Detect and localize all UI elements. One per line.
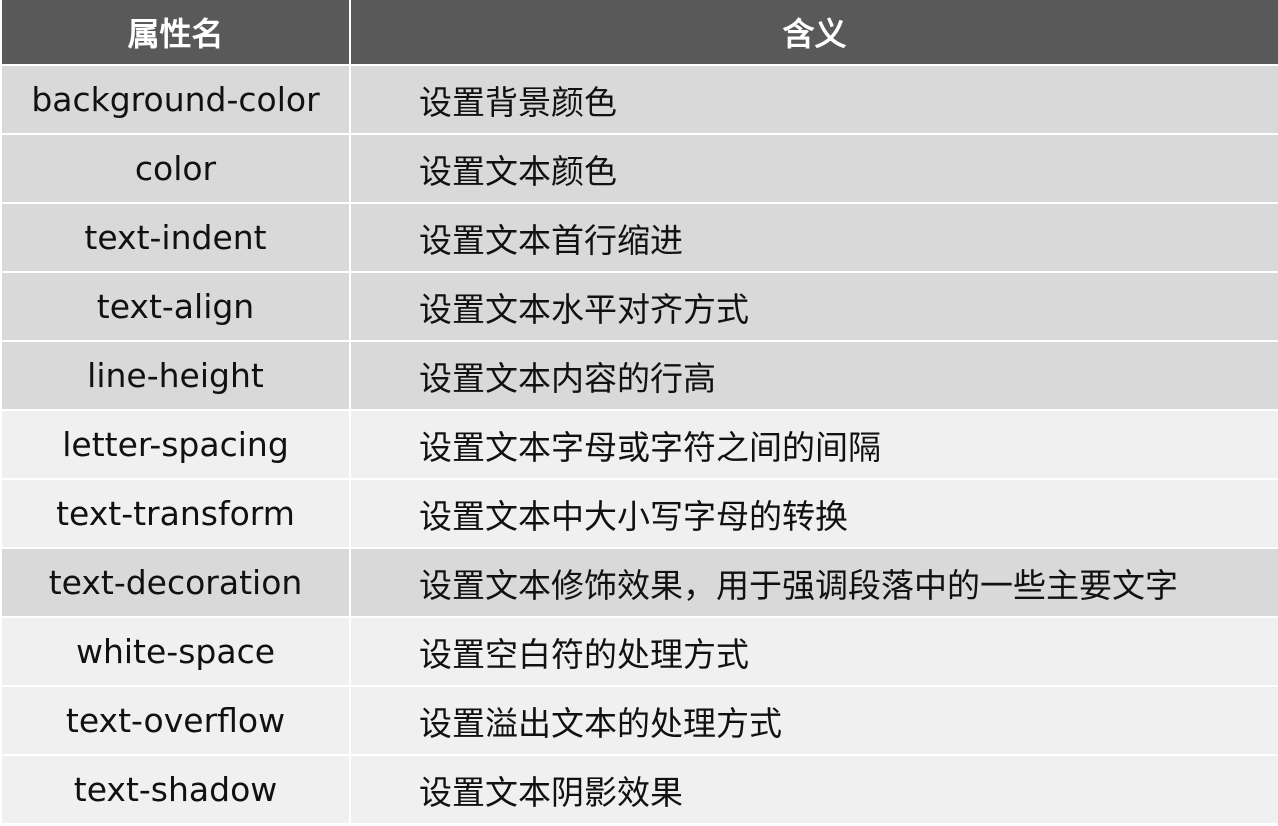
table-row: text-transform 设置文本中大小写字母的转换 [2,478,1278,548]
table-row: line-height 设置文本内容的行高 [2,340,1278,410]
table-row: text-align 设置文本水平对齐方式 [2,271,1278,341]
header-meaning: 含义 [350,0,1278,65]
css-text-properties-table: 属性名 含义 background-color 设置背景颜色 color 设置文… [2,0,1278,823]
property-desc-cell: 设置文本阴影效果 [350,754,1278,823]
table-row: text-shadow 设置文本阴影效果 [2,754,1278,823]
property-name-cell: text-decoration [2,547,351,617]
property-table-container: 属性名 含义 background-color 设置背景颜色 color 设置文… [0,0,1278,826]
table-row: text-indent 设置文本首行缩进 [2,202,1278,272]
property-name-cell: letter-spacing [2,409,351,479]
property-desc-cell: 设置溢出文本的处理方式 [350,685,1278,755]
property-desc-cell: 设置文本中大小写字母的转换 [350,478,1278,548]
property-name-cell: text-shadow [2,754,351,823]
table-row: text-decoration 设置文本修饰效果，用于强调段落中的一些主要文字 [2,547,1278,617]
property-desc-cell: 设置背景颜色 [350,64,1278,134]
table-row: color 设置文本颜色 [2,133,1278,203]
property-desc-cell: 设置文本修饰效果，用于强调段落中的一些主要文字 [350,547,1278,617]
property-desc-cell: 设置文本字母或字符之间的间隔 [350,409,1278,479]
property-name-cell: background-color [2,64,351,134]
property-name-cell: line-height [2,340,351,410]
property-desc-cell: 设置文本首行缩进 [350,202,1278,272]
table-row: letter-spacing 设置文本字母或字符之间的间隔 [2,409,1278,479]
property-desc-cell: 设置文本内容的行高 [350,340,1278,410]
property-name-cell: text-transform [2,478,351,548]
property-name-cell: color [2,133,351,203]
property-desc-cell: 设置文本水平对齐方式 [350,271,1278,341]
property-name-cell: text-align [2,271,351,341]
table-header-row: 属性名 含义 [2,0,1278,65]
property-name-cell: text-indent [2,202,351,272]
property-name-cell: text-overflow [2,685,351,755]
property-desc-cell: 设置文本颜色 [350,133,1278,203]
table-row: background-color 设置背景颜色 [2,64,1278,134]
table-row: white-space 设置空白符的处理方式 [2,616,1278,686]
property-name-cell: white-space [2,616,351,686]
header-property-name: 属性名 [2,0,351,65]
property-desc-cell: 设置空白符的处理方式 [350,616,1278,686]
table-row: text-overflow 设置溢出文本的处理方式 [2,685,1278,755]
